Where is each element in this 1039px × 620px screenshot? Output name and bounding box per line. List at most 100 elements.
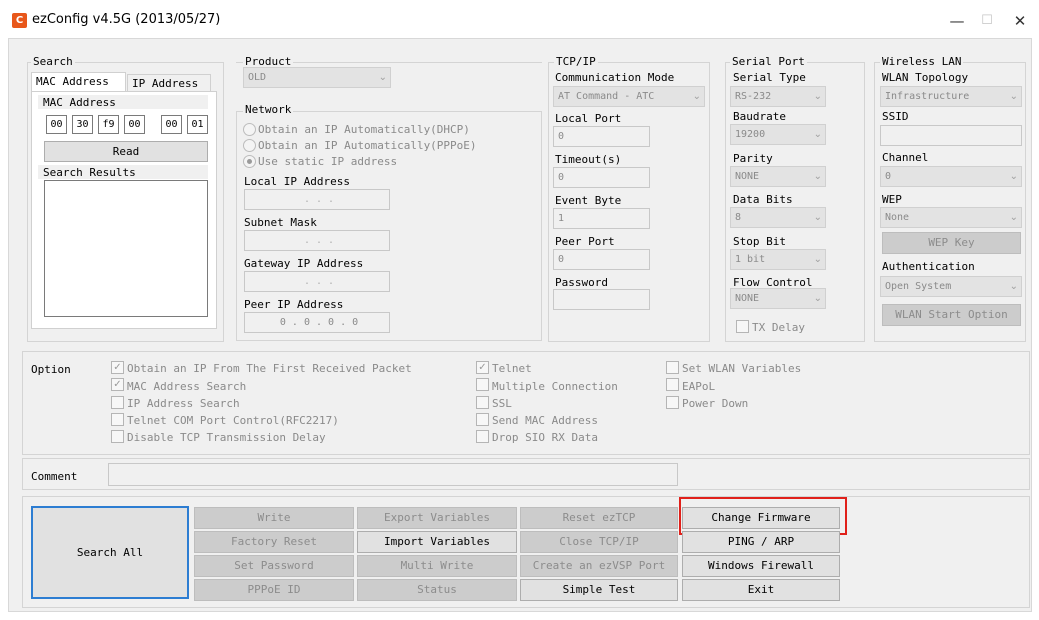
- mac-address-label: MAC Address: [43, 96, 116, 109]
- channel-select[interactable]: 0 ⌄: [880, 166, 1022, 187]
- option-check-2-4[interactable]: [476, 413, 489, 426]
- option-check-2-2[interactable]: [476, 378, 489, 391]
- option-check-1-3[interactable]: [111, 396, 124, 409]
- option-check-1-4[interactable]: [111, 413, 124, 426]
- flow-control-select[interactable]: NONE ⌄: [730, 288, 826, 309]
- close-button[interactable]: ✕: [1005, 10, 1035, 32]
- chevron-down-icon: ⌄: [1009, 171, 1018, 182]
- gateway-ip-field[interactable]: . . .: [244, 271, 390, 292]
- option-check-1-2[interactable]: ✓: [111, 378, 124, 391]
- product-select[interactable]: OLD ⌄: [243, 67, 391, 88]
- pppoe-id-button[interactable]: PPPoE ID: [194, 579, 354, 601]
- wlan-topology-select[interactable]: Infrastructure ⌄: [880, 86, 1022, 107]
- set-password-button[interactable]: Set Password: [194, 555, 354, 577]
- comment-field[interactable]: [108, 463, 678, 486]
- stop-bit-value: 1 bit: [735, 254, 766, 265]
- radio-pppoe[interactable]: [243, 139, 256, 152]
- local-ip-field[interactable]: . . .: [244, 189, 390, 210]
- simple-test-button[interactable]: Simple Test: [520, 579, 678, 601]
- local-ip-label: Local IP Address: [244, 175, 350, 188]
- option-check-2-5[interactable]: [476, 430, 489, 443]
- mac-octet-1[interactable]: 00: [46, 115, 67, 134]
- timeout-field[interactable]: 0: [553, 167, 650, 188]
- baudrate-label: Baudrate: [733, 110, 786, 123]
- option-check-3-1[interactable]: [666, 361, 679, 374]
- option-check-2-1[interactable]: ✓: [476, 361, 489, 374]
- data-bits-select[interactable]: 8 ⌄: [730, 207, 826, 228]
- chevron-down-icon: ⌄: [813, 212, 822, 223]
- chevron-down-icon: ⌄: [1009, 212, 1018, 223]
- read-button[interactable]: Read: [44, 141, 208, 162]
- wep-key-button[interactable]: WEP Key: [882, 232, 1021, 254]
- option-check-1-1[interactable]: ✓: [111, 361, 124, 374]
- wep-select[interactable]: None ⌄: [880, 207, 1022, 228]
- ping-arp-button[interactable]: PING / ARP: [682, 531, 840, 553]
- serial-type-value: RS-232: [735, 91, 772, 102]
- flow-control-value: NONE: [735, 293, 760, 304]
- baudrate-select[interactable]: 19200 ⌄: [730, 124, 826, 145]
- status-button[interactable]: Status: [357, 579, 517, 601]
- exit-button[interactable]: Exit: [682, 579, 840, 601]
- password-field[interactable]: [553, 289, 650, 310]
- local-port-field[interactable]: 0: [553, 126, 650, 147]
- tab-ip-address[interactable]: IP Address: [127, 74, 211, 92]
- minimize-button[interactable]: —: [942, 10, 972, 32]
- parity-select[interactable]: NONE ⌄: [730, 166, 826, 187]
- close-tcpip-button[interactable]: Close TCP/IP: [520, 531, 678, 553]
- mac-octet-4[interactable]: 00: [124, 115, 145, 134]
- factory-reset-button[interactable]: Factory Reset: [194, 531, 354, 553]
- parity-label: Parity: [733, 152, 773, 165]
- tx-delay-checkbox[interactable]: [736, 320, 749, 333]
- import-variables-button[interactable]: Import Variables: [357, 531, 517, 553]
- mac-octet-5[interactable]: 00: [161, 115, 182, 134]
- tx-delay-label: TX Delay: [752, 321, 805, 334]
- stop-bit-select[interactable]: 1 bit ⌄: [730, 249, 826, 270]
- multi-write-button[interactable]: Multi Write: [357, 555, 517, 577]
- mac-octet-3[interactable]: f9: [98, 115, 119, 134]
- peer-ip-field[interactable]: 0 . 0 . 0 . 0: [244, 312, 390, 333]
- radio-static-label: Use static IP address: [258, 155, 398, 168]
- option-label-3-3: Power Down: [682, 397, 749, 410]
- radio-dhcp-label: Obtain an IP Automatically(DHCP): [258, 123, 470, 136]
- option-label-3-1: Set WLAN Variables: [682, 362, 802, 375]
- gateway-ip-value: . . .: [303, 276, 335, 287]
- local-ip-value: . . .: [303, 194, 335, 205]
- peer-port-field[interactable]: 0: [553, 249, 650, 270]
- wlan-start-option-button[interactable]: WLAN Start Option: [882, 304, 1021, 326]
- export-variables-button[interactable]: Export Variables: [357, 507, 517, 529]
- tab-mac-address[interactable]: MAC Address: [31, 72, 126, 92]
- mac-octet-6[interactable]: 01: [187, 115, 208, 134]
- event-byte-field[interactable]: 1: [553, 208, 650, 229]
- radio-dhcp[interactable]: [243, 123, 256, 136]
- network-group-title: Network: [243, 103, 294, 116]
- option-check-3-2[interactable]: [666, 378, 679, 391]
- data-bits-value: 8: [735, 212, 742, 223]
- option-label-1-4: Telnet COM Port Control(RFC2217): [127, 414, 339, 427]
- serial-type-label: Serial Type: [733, 71, 806, 84]
- option-check-2-3[interactable]: [476, 396, 489, 409]
- comm-mode-select[interactable]: AT Command - ATC ⌄: [553, 86, 705, 107]
- search-results-list[interactable]: [44, 180, 208, 317]
- subnet-mask-field[interactable]: . . .: [244, 230, 390, 251]
- write-button[interactable]: Write: [194, 507, 354, 529]
- reset-eztcp-button[interactable]: Reset ezTCP: [520, 507, 678, 529]
- option-label-1-5: Disable TCP Transmission Delay: [127, 431, 326, 444]
- comm-mode-value: AT Command - ATC: [558, 91, 655, 102]
- parity-value: NONE: [735, 171, 760, 182]
- tcpip-group-title: TCP/IP: [554, 55, 598, 68]
- option-check-3-3[interactable]: [666, 396, 679, 409]
- local-port-label: Local Port: [555, 112, 622, 125]
- mac-octet-2[interactable]: 30: [72, 115, 93, 134]
- maximize-button[interactable]: ☐: [972, 10, 1002, 32]
- windows-firewall-button[interactable]: Windows Firewall: [682, 555, 840, 577]
- create-ezvsp-port-button[interactable]: Create an ezVSP Port: [520, 555, 678, 577]
- peer-port-label: Peer Port: [555, 235, 615, 248]
- authentication-select[interactable]: Open System ⌄: [880, 276, 1022, 297]
- serial-type-select[interactable]: RS-232 ⌄: [730, 86, 826, 107]
- option-check-1-5[interactable]: [111, 430, 124, 443]
- chevron-down-icon: ⌄: [692, 91, 701, 102]
- search-all-button[interactable]: Search All: [31, 506, 189, 599]
- ssid-field[interactable]: [880, 125, 1022, 146]
- chevron-down-icon: ⌄: [813, 293, 822, 304]
- radio-static[interactable]: [243, 155, 256, 168]
